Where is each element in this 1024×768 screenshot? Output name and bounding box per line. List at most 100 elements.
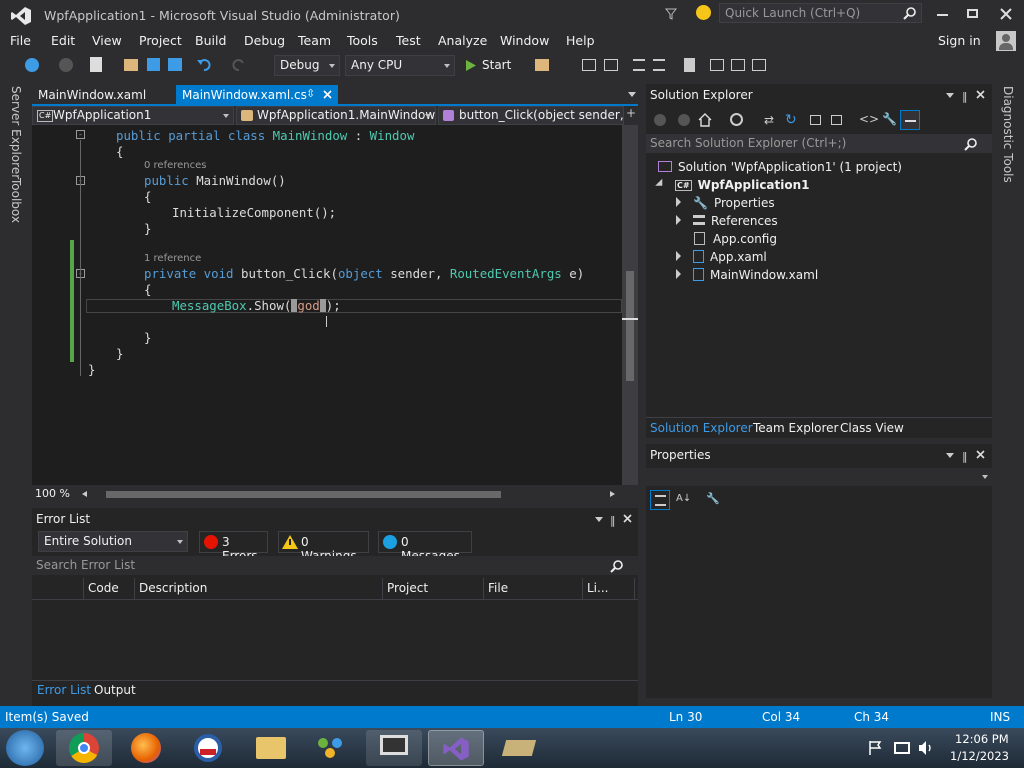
toolbar-toggle-icon-1[interactable] [582, 59, 596, 71]
alphabetical-icon[interactable]: A↓ [676, 493, 691, 504]
menu-debug[interactable]: Debug [244, 33, 285, 48]
scrollbar-thumb[interactable] [626, 271, 634, 381]
tree-item-app-xaml[interactable]: App.xaml [676, 250, 767, 264]
clock-date[interactable]: 1/12/2023 [950, 749, 1009, 763]
taskbar-app-8[interactable] [490, 730, 546, 766]
tree-item-app-config[interactable]: App.config [694, 232, 777, 246]
taskbar-remote-desktop[interactable] [366, 730, 422, 766]
codelens-references[interactable]: 0 references [144, 160, 207, 171]
menu-project[interactable]: Project [139, 33, 182, 48]
menu-tools[interactable]: Tools [347, 33, 378, 48]
error-search-input[interactable]: Search Error List [32, 556, 638, 575]
home-icon[interactable] [698, 113, 712, 127]
comment-lines-icon[interactable] [633, 59, 645, 71]
column-file[interactable]: File [484, 578, 583, 600]
toolbox-tab[interactable]: Toolbox [9, 178, 23, 223]
split-editor-icon[interactable]: + [624, 106, 638, 125]
preview-selected-items-icon[interactable] [900, 110, 920, 130]
collapse-all-icon[interactable] [810, 115, 821, 125]
close-window-icon[interactable] [1000, 8, 1012, 20]
panel-pin-icon[interactable]: ‖ [962, 90, 968, 103]
menu-edit[interactable]: Edit [51, 33, 75, 48]
pending-changes-filter-icon[interactable] [730, 113, 743, 126]
solution-config-select[interactable]: Debug [274, 55, 340, 76]
class-dropdown[interactable]: WpfApplication1.MainWindow [236, 106, 436, 125]
tab-overflow-icon[interactable] [628, 92, 636, 97]
collapsed-arrow-icon[interactable] [676, 197, 681, 207]
restore-icon[interactable] [967, 9, 978, 18]
sign-in-link[interactable]: Sign in [938, 33, 981, 48]
properties-wrench-icon[interactable]: 🔧 [882, 112, 897, 126]
user-avatar[interactable] [996, 31, 1016, 51]
panel-close-icon[interactable] [623, 514, 632, 523]
taskbar-network[interactable] [302, 730, 358, 766]
tab-mainwindow-xaml-cs[interactable]: MainWindow.xaml.cs ⇳ [176, 85, 338, 105]
column-line[interactable]: Li... [583, 578, 635, 600]
minimize-icon[interactable] [937, 14, 948, 16]
clock-time[interactable]: 12:06 PM [955, 732, 1009, 746]
member-dropdown[interactable]: button_Click(object sender, Ro [438, 106, 624, 125]
errors-filter-button[interactable]: 3 Errors [199, 531, 268, 563]
taskbar-firefox[interactable] [118, 730, 174, 766]
menu-team[interactable]: Team [298, 33, 331, 48]
zoom-level[interactable]: 100 % [35, 487, 70, 500]
panel-close-icon[interactable] [976, 450, 985, 459]
save-all-icon[interactable] [168, 58, 182, 71]
search-icon[interactable] [964, 137, 978, 151]
solution-search-input[interactable]: Search Solution Explorer (Ctrl+;) [646, 134, 992, 153]
tab-class-view[interactable]: Class View [840, 421, 904, 435]
column-indicator[interactable] [32, 578, 84, 600]
close-tab-icon[interactable] [323, 90, 332, 99]
menu-test[interactable]: Test [396, 33, 421, 48]
navigate-back-icon[interactable] [25, 58, 39, 72]
categorized-icon[interactable] [650, 490, 670, 510]
pin-icon[interactable]: ⇳ [306, 87, 315, 100]
tab-error-list[interactable]: Error List [37, 683, 91, 697]
property-pages-icon[interactable]: 🔧 [706, 492, 720, 505]
uncomment-lines-icon[interactable] [653, 59, 665, 71]
error-scope-select[interactable]: Entire Solution [38, 531, 188, 552]
refresh-icon[interactable]: ↻ [785, 112, 797, 128]
solution-platform-select[interactable]: Any CPU [345, 55, 455, 76]
tree-item-mainwindow-xaml[interactable]: MainWindow.xaml [676, 268, 818, 282]
show-all-files-icon[interactable] [831, 115, 842, 125]
column-code[interactable]: Code [84, 578, 135, 600]
taskbar-explorer[interactable] [242, 730, 298, 766]
scroll-left-icon[interactable] [82, 491, 87, 497]
server-explorer-tab[interactable]: Server Explorer [9, 86, 23, 179]
view-code-icon[interactable]: <> [859, 112, 879, 126]
expanded-arrow-icon[interactable] [655, 178, 666, 190]
search-icon[interactable] [610, 559, 624, 573]
code-editor[interactable]: - - - public partial class MainWindow : … [32, 125, 638, 485]
column-description[interactable]: Description [135, 578, 383, 600]
forward-icon[interactable] [678, 114, 690, 126]
redo-icon[interactable] [231, 57, 247, 72]
undo-icon[interactable] [196, 57, 212, 72]
search-icon[interactable] [903, 6, 917, 20]
smiley-feedback-icon[interactable] [696, 5, 711, 20]
project-dropdown[interactable]: C# WpfApplication1 [32, 106, 234, 125]
menu-window[interactable]: Window [500, 33, 549, 48]
menu-analyze[interactable]: Analyze [438, 33, 487, 48]
column-project[interactable]: Project [383, 578, 484, 600]
toolbar-toggle-icon-2[interactable] [604, 59, 618, 71]
collapsed-arrow-icon[interactable] [676, 269, 681, 279]
menu-help[interactable]: Help [566, 33, 595, 48]
tab-output[interactable]: Output [94, 683, 136, 697]
new-project-icon[interactable] [90, 57, 102, 72]
tab-solution-explorer[interactable]: Solution Explorer [650, 421, 753, 435]
open-file-icon[interactable] [124, 59, 138, 71]
taskbar-chrome[interactable] [56, 730, 112, 766]
navigate-forward-icon[interactable] [59, 58, 73, 72]
menu-build[interactable]: Build [195, 33, 226, 48]
taskbar-visual-studio[interactable] [428, 730, 484, 766]
diagnostic-tools-tab[interactable]: Diagnostic Tools [1001, 86, 1015, 183]
panel-pin-icon[interactable]: ‖ [962, 450, 968, 463]
back-icon[interactable] [654, 114, 666, 126]
horizontal-scrollbar-thumb[interactable] [106, 491, 501, 498]
bookmark-icon[interactable] [684, 58, 695, 72]
feedback-filter-icon[interactable] [665, 8, 677, 20]
tree-item-solution[interactable]: Solution 'WpfApplication1' (1 project) [658, 160, 902, 174]
panel-menu-icon[interactable] [946, 93, 954, 98]
bookmark-prev-icon[interactable] [710, 59, 724, 71]
